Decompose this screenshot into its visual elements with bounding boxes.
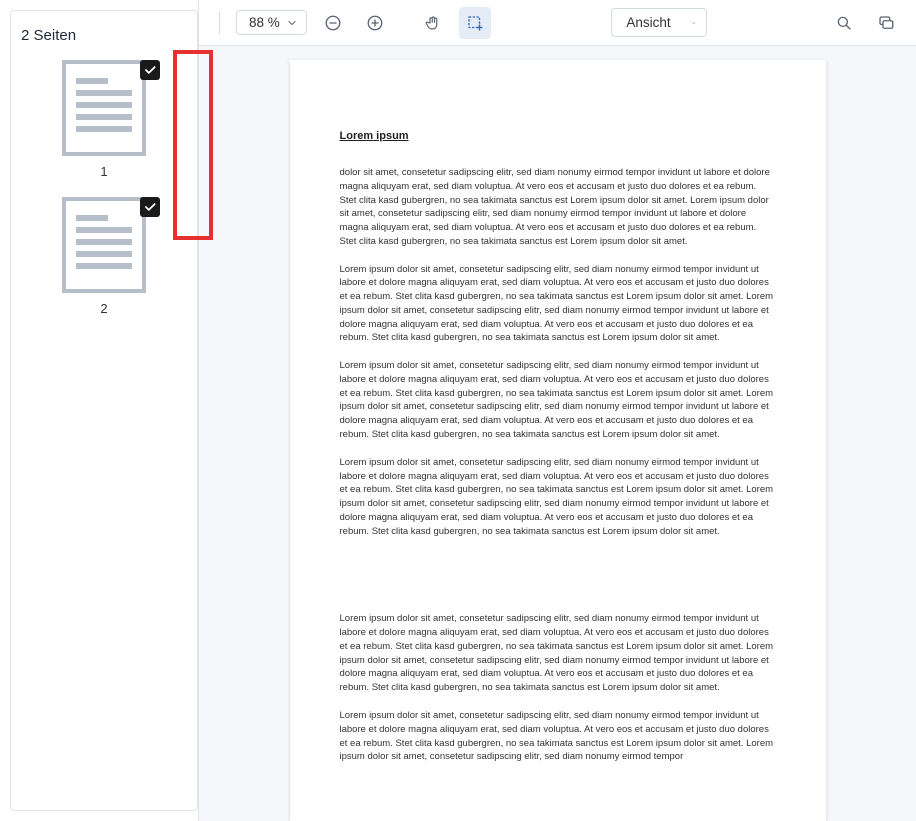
search-button[interactable] [828,7,860,39]
marquee-select-button[interactable] [459,7,491,39]
thumbnail-number: 1 [100,164,107,179]
paragraph: dolor sit amet, consetetur sadipscing el… [340,166,776,249]
pages-count-title: 2 Seiten [15,21,193,58]
thumbnail-list: 1 [15,58,193,316]
paragraph: Lorem ipsum dolor sit amet, consetetur s… [340,359,776,442]
thumbnail-number: 2 [100,301,107,316]
zoom-in-button[interactable] [359,7,391,39]
zoom-out-button[interactable] [317,7,349,39]
main-area: 88 % Ansicht [198,0,916,821]
chevron-down-icon [286,17,298,29]
document-page: Lorem ipsum dolor sit amet, consetetur s… [290,60,826,821]
paragraph: Lorem ipsum dolor sit amet, consetetur s… [340,263,776,346]
zoom-select[interactable]: 88 % [236,10,307,35]
toolbar: 88 % Ansicht [199,0,916,46]
document-title: Lorem ipsum [340,130,776,166]
paragraph: Lorem ipsum dolor sit amet, consetetur s… [340,612,776,695]
page-select-checkbox[interactable] [140,60,160,80]
thumbnail-item[interactable]: 1 [58,58,150,179]
thumbnail-item[interactable]: 2 [58,195,150,316]
page-thumbnail[interactable] [58,195,150,295]
chevron-down-icon [691,17,697,29]
view-label: Ansicht [626,15,670,30]
toolbar-divider [219,12,220,34]
zoom-value: 88 % [249,15,280,30]
paragraph: Lorem ipsum dolor sit amet, consetetur s… [340,456,776,539]
pan-tool-button[interactable] [417,7,449,39]
paragraph: Lorem ipsum dolor sit amet, consetetur s… [340,709,776,764]
view-dropdown[interactable]: Ansicht [611,8,707,37]
document-viewport[interactable]: Lorem ipsum dolor sit amet, consetetur s… [199,46,916,821]
annotation-highlight-box [173,50,213,240]
sidebar-panel: 2 Seiten [10,10,198,811]
comments-button[interactable] [870,7,902,39]
page-thumbnail[interactable] [58,58,150,158]
sidebar: 2 Seiten [0,0,198,821]
page-select-checkbox[interactable] [140,197,160,217]
